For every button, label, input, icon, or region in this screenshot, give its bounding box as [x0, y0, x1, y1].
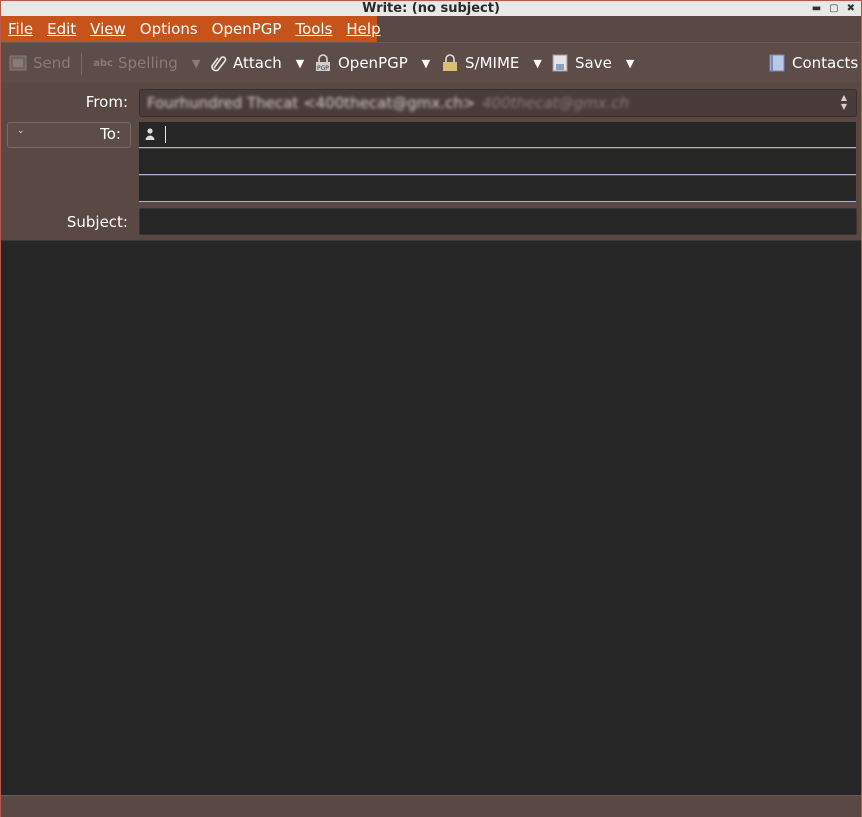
spinner-arrows-icon: ▲ ▼: [840, 93, 848, 111]
spelling-button[interactable]: abc Spelling ▼: [93, 51, 201, 75]
svg-text:PGP: PGP: [317, 65, 329, 72]
spellcheck-icon: abc: [93, 57, 113, 69]
menu-bar-items: File Edit View Options OpenPGP Tools Hel…: [1, 16, 381, 42]
subject-label: Subject:: [66, 213, 128, 231]
person-icon: [145, 128, 155, 140]
send-icon: [9, 54, 27, 72]
chevron-down-icon: ▼: [625, 56, 635, 70]
paperclip-icon: [209, 54, 227, 72]
menu-openpgp[interactable]: OpenPGP: [205, 16, 289, 42]
chevron-down-icon: ▼: [295, 56, 305, 70]
lock-icon: [441, 54, 459, 72]
from-name: Fourhundred Thecat <400thecat@gmx.ch>: [147, 94, 476, 112]
menu-bar: File Edit View Options OpenPGP Tools Hel…: [1, 16, 861, 42]
message-body-editor[interactable]: [1, 240, 861, 796]
toolbar-separator: [81, 53, 82, 75]
menu-file[interactable]: File: [1, 16, 40, 42]
menu-help[interactable]: Help: [339, 16, 387, 42]
window-controls: ▬ ▢ ✖: [812, 1, 855, 16]
menu-options[interactable]: Options: [133, 16, 205, 42]
openpgp-button[interactable]: PGP OpenPGP ▼: [314, 51, 430, 75]
minimize-icon[interactable]: ▬: [812, 1, 821, 16]
pgp-lock-icon: PGP: [314, 54, 332, 72]
address-book-icon: [768, 54, 786, 72]
chevron-down-icon: ▼: [533, 56, 542, 70]
recipient-input-empty-row[interactable]: [139, 149, 856, 175]
window-title: Write: (no subject): [362, 1, 500, 16]
menu-view[interactable]: View: [83, 16, 133, 42]
text-caret: [165, 126, 166, 143]
subject-input[interactable]: [139, 208, 857, 235]
menu-tools[interactable]: Tools: [288, 16, 339, 42]
menu-edit[interactable]: Edit: [40, 16, 83, 42]
compose-toolbar: Send abc Spelling ▼ Attach ▼ PGP OpenPGP…: [1, 42, 861, 84]
from-identity-select[interactable]: Fourhundred Thecat <400thecat@gmx.ch> 40…: [139, 89, 857, 117]
recipient-type-select[interactable]: ⌄ To:: [7, 122, 131, 148]
smime-button[interactable]: S/MIME ▼: [441, 51, 542, 75]
contacts-button[interactable]: Contacts: [768, 51, 858, 75]
save-icon: [551, 54, 569, 72]
save-button[interactable]: Save ▼: [551, 51, 634, 75]
from-identity-hint: 400thecat@gmx.ch: [482, 94, 630, 112]
message-header: From: Fourhundred Thecat <400thecat@gmx.…: [1, 83, 861, 239]
chevron-down-icon: ▼: [191, 56, 201, 70]
attach-button[interactable]: Attach ▼: [209, 51, 304, 75]
recipient-type-label: To:: [100, 125, 121, 143]
status-bar: [1, 795, 861, 817]
recipient-input[interactable]: [139, 122, 856, 148]
chevron-down-icon: ⌄: [17, 126, 25, 136]
recipient-input-empty-row[interactable]: [139, 176, 856, 202]
from-label: From:: [85, 93, 128, 111]
maximize-icon[interactable]: ▢: [829, 1, 838, 16]
close-icon[interactable]: ✖: [847, 1, 855, 16]
compose-window: Write: (no subject) ▬ ▢ ✖ File Edit View…: [0, 0, 862, 817]
send-button[interactable]: Send: [9, 51, 71, 75]
chevron-down-icon: ▼: [421, 56, 431, 70]
title-bar: Write: (no subject) ▬ ▢ ✖: [1, 1, 861, 16]
